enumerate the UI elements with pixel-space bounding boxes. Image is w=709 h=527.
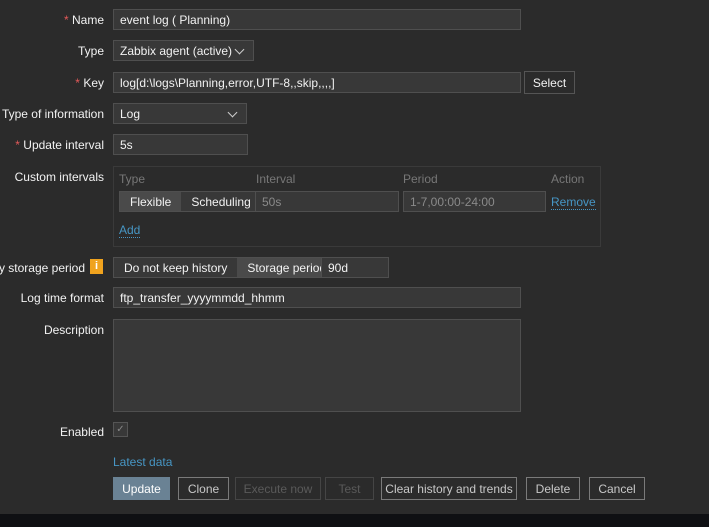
interval-input[interactable]: 50s (255, 191, 399, 212)
clear-history-button[interactable]: Clear history and trends (381, 477, 517, 500)
do-not-keep-history-option[interactable]: Do not keep history (114, 258, 238, 277)
add-link[interactable]: Add (119, 223, 141, 238)
log-time-format-label: Log time format (20, 291, 104, 305)
enabled-label: Enabled (59, 425, 104, 439)
history-label: History storage period (0, 261, 85, 275)
update-interval-label: Update interval (15, 138, 104, 152)
interval-type-toggle: Flexible Scheduling (119, 191, 262, 212)
custom-intervals-label: Custom intervals (14, 170, 104, 184)
remove-link[interactable]: Remove (551, 195, 596, 210)
clone-button[interactable]: Clone (178, 477, 229, 500)
type-select[interactable]: Zabbix agent (active) (113, 40, 254, 61)
type-label: Type (77, 44, 104, 58)
info-icon[interactable]: i (90, 259, 103, 274)
footer-bar (0, 514, 709, 527)
log-time-format-input[interactable]: ftp_transfer_yyyymmdd_hhmm (113, 287, 521, 308)
name-label: Name (64, 13, 104, 27)
header-action: Action (551, 172, 585, 186)
header-period: Period (403, 172, 438, 186)
header-type: Type (119, 172, 146, 186)
type-of-information-value: Log (120, 106, 141, 121)
update-interval-input[interactable]: 5s (113, 134, 248, 155)
key-input[interactable]: log[d:\logs\Planning,error,UTF-8,,skip,,… (113, 72, 521, 93)
description-textarea[interactable] (113, 319, 521, 412)
test-button[interactable]: Test (325, 477, 374, 500)
latest-data-link[interactable]: Latest data (113, 455, 172, 469)
select-button[interactable]: Select (524, 71, 575, 94)
type-of-information-label: Type of information (1, 107, 104, 121)
name-input[interactable]: event log ( Planning) (113, 9, 521, 30)
delete-button[interactable]: Delete (526, 477, 580, 500)
enabled-checkbox[interactable]: ✓ (113, 422, 128, 437)
description-label: Description (43, 323, 104, 337)
history-toggle: Do not keep history Storage period (113, 257, 338, 278)
key-label: Key (75, 76, 104, 90)
execute-now-button[interactable]: Execute now (235, 477, 321, 500)
type-value: Zabbix agent (active) (120, 43, 233, 58)
flexible-option[interactable]: Flexible (120, 192, 182, 211)
scheduling-option[interactable]: Scheduling (181, 192, 261, 211)
history-period-input[interactable]: 90d (321, 257, 389, 278)
header-interval: Interval (256, 172, 296, 186)
type-of-information-select[interactable]: Log (113, 103, 247, 124)
period-input[interactable]: 1-7,00:00-24:00 (403, 191, 546, 212)
update-button[interactable]: Update (113, 477, 170, 500)
cancel-button[interactable]: Cancel (589, 477, 645, 500)
